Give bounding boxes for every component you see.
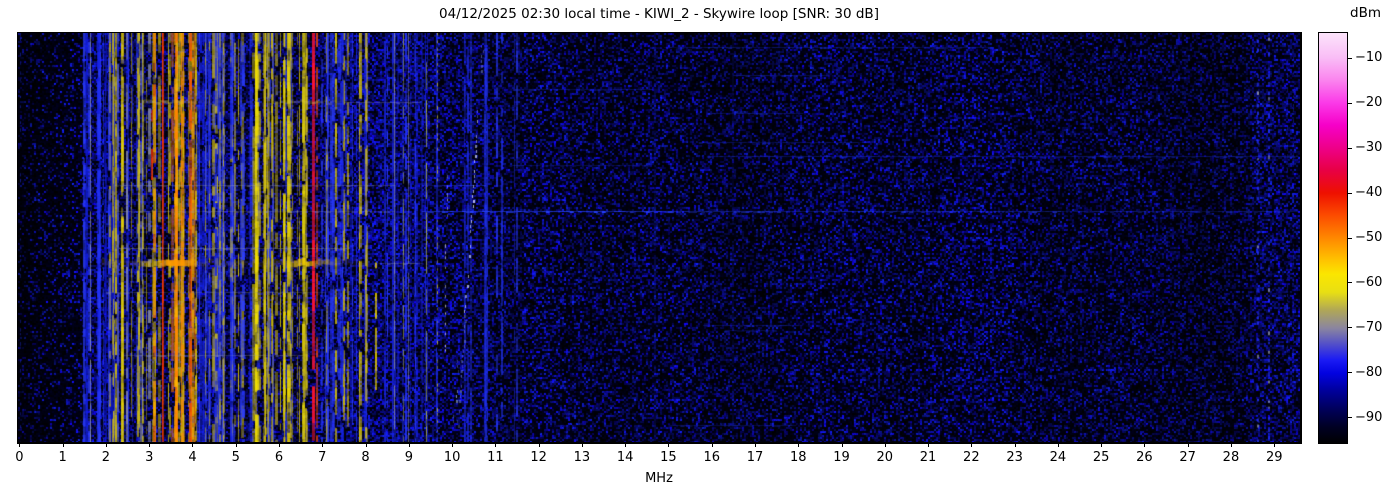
x-tick-mark [1231,443,1232,447]
x-tick-label: 26 [1131,450,1157,465]
x-tick-label: 22 [958,450,984,465]
colorbar-tick-mark [1348,58,1352,59]
colorbar-tick-mark [1348,417,1352,418]
x-tick-mark [1274,443,1275,447]
x-tick-mark [928,443,929,447]
x-tick-mark [625,443,626,447]
plot-title: 04/12/2025 02:30 local time - KIWI_2 - S… [18,6,1300,22]
x-tick-label: 12 [526,450,552,465]
colorbar-tick-mark [1348,103,1352,104]
spectrogram-canvas [18,33,1300,442]
x-tick-mark [19,443,20,447]
x-tick-mark [366,443,367,447]
x-tick-label: 28 [1218,450,1244,465]
x-tick-label: 3 [136,450,162,465]
x-tick-label: 14 [612,450,638,465]
x-tick-label: 17 [742,450,768,465]
colorbar-tick-mark [1348,238,1352,239]
x-tick-mark [971,443,972,447]
colorbar-tick-mark [1348,148,1352,149]
x-tick-label: 0 [6,450,32,465]
plot-area [17,32,1302,444]
colorbar-tick-mark [1348,372,1352,373]
x-tick-label: 5 [223,450,249,465]
x-tick-mark [755,443,756,447]
x-tick-label: 13 [569,450,595,465]
x-tick-label: 24 [1045,450,1071,465]
x-tick-mark [1015,443,1016,447]
colorbar-tick-label: −10 [1355,50,1382,65]
x-tick-mark [192,443,193,447]
x-tick-label: 2 [93,450,119,465]
x-tick-label: 19 [829,450,855,465]
x-tick-label: 4 [179,450,205,465]
colorbar-tick-mark [1348,282,1352,283]
x-tick-mark [236,443,237,447]
colorbar-tick-label: −20 [1355,95,1382,110]
x-tick-label: 15 [655,450,681,465]
x-tick-label: 25 [1088,450,1114,465]
x-tick-mark [1101,443,1102,447]
x-tick-label: 27 [1175,450,1201,465]
colorbar-tick-label: −40 [1355,185,1382,200]
x-tick-mark [885,443,886,447]
colorbar-title: dBm [1350,5,1381,21]
x-tick-label: 23 [1002,450,1028,465]
x-tick-label: 8 [353,450,379,465]
x-tick-label: 18 [785,450,811,465]
colorbar-tick-mark [1348,327,1352,328]
colorbar-tick-label: −50 [1355,230,1382,245]
x-tick-mark [63,443,64,447]
x-tick-label: 16 [699,450,725,465]
colorbar [1318,32,1348,444]
colorbar-tick-label: −80 [1355,365,1382,380]
spectrogram-figure: 04/12/2025 02:30 local time - KIWI_2 - S… [0,0,1400,500]
x-tick-label: 1 [50,450,76,465]
colorbar-tick-label: −70 [1355,320,1382,335]
x-tick-mark [106,443,107,447]
x-tick-mark [712,443,713,447]
colorbar-tick-label: −90 [1355,410,1382,425]
x-tick-label: 20 [872,450,898,465]
x-tick-label: 29 [1261,450,1287,465]
x-tick-label: 9 [396,450,422,465]
x-tick-label: 6 [266,450,292,465]
x-tick-label: 21 [915,450,941,465]
x-tick-mark [668,443,669,447]
colorbar-tick-label: −30 [1355,140,1382,155]
x-tick-mark [495,443,496,447]
x-tick-mark [1144,443,1145,447]
x-tick-mark [798,443,799,447]
x-tick-mark [1058,443,1059,447]
x-tick-mark [279,443,280,447]
x-tick-mark [452,443,453,447]
x-tick-mark [539,443,540,447]
x-tick-mark [322,443,323,447]
x-tick-mark [842,443,843,447]
x-tick-label: 11 [482,450,508,465]
x-tick-mark [149,443,150,447]
x-tick-label: 7 [309,450,335,465]
x-tick-label: 10 [439,450,465,465]
colorbar-tick-mark [1348,193,1352,194]
x-tick-mark [1188,443,1189,447]
x-tick-mark [582,443,583,447]
x-axis-label: MHz [18,471,1300,486]
colorbar-tick-label: −60 [1355,275,1382,290]
x-tick-mark [409,443,410,447]
